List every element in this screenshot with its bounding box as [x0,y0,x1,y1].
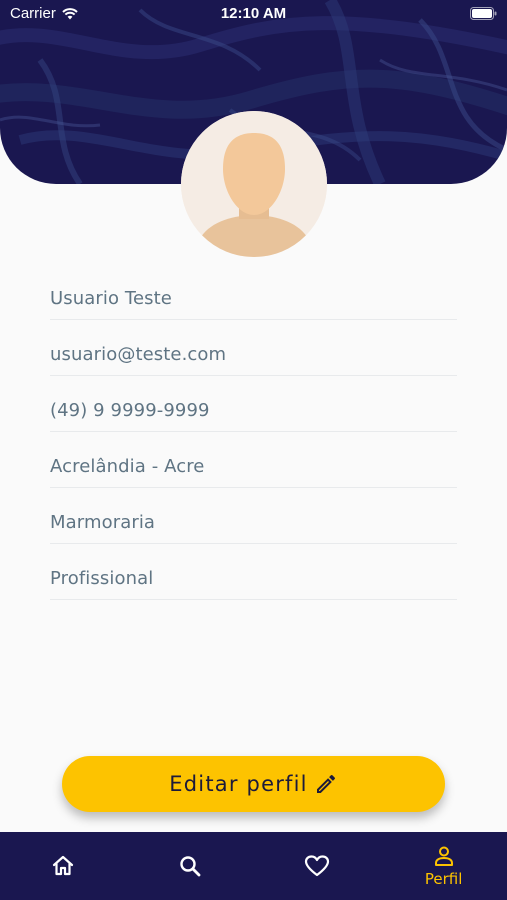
edit-profile-label: Editar perfil [169,772,308,796]
email-value: usuario@teste.com [50,344,227,365]
phone-value: (49) 9 9999-9999 [50,400,210,421]
account-type-value: Profissional [50,568,154,589]
user-placeholder-icon [181,111,327,257]
account-type-field: Profissional [50,544,457,600]
tab-home[interactable] [0,832,127,900]
profile-fields: Usuario Teste usuario@teste.com (49) 9 9… [50,264,457,600]
tab-search[interactable] [127,832,254,900]
tab-profile[interactable]: Perfil [380,832,507,900]
clock: 12:10 AM [220,5,287,22]
avatar[interactable] [181,111,327,257]
business-value: Marmoraria [50,512,156,533]
phone-field: (49) 9 9999-9999 [50,376,457,432]
bottom-tab-bar: Perfil [0,832,507,900]
location-field: Acrelândia - Acre [50,432,457,488]
edit-profile-button[interactable]: Editar perfil [62,756,445,812]
pencil-icon [316,774,335,793]
tab-favorites[interactable] [254,832,381,900]
home-icon [53,855,74,876]
email-field: usuario@teste.com [50,320,457,376]
name-value: Usuario Teste [50,288,172,309]
tab-profile-label: Perfil [424,870,463,888]
name-field: Usuario Teste [50,264,457,320]
business-field: Marmoraria [50,488,457,544]
status-bar: Carrier 12:10 AM [0,0,507,28]
battery-icon [470,7,497,24]
user-icon [434,846,453,866]
location-value: Acrelândia - Acre [50,456,205,477]
heart-icon [304,855,329,877]
search-icon [180,856,201,877]
